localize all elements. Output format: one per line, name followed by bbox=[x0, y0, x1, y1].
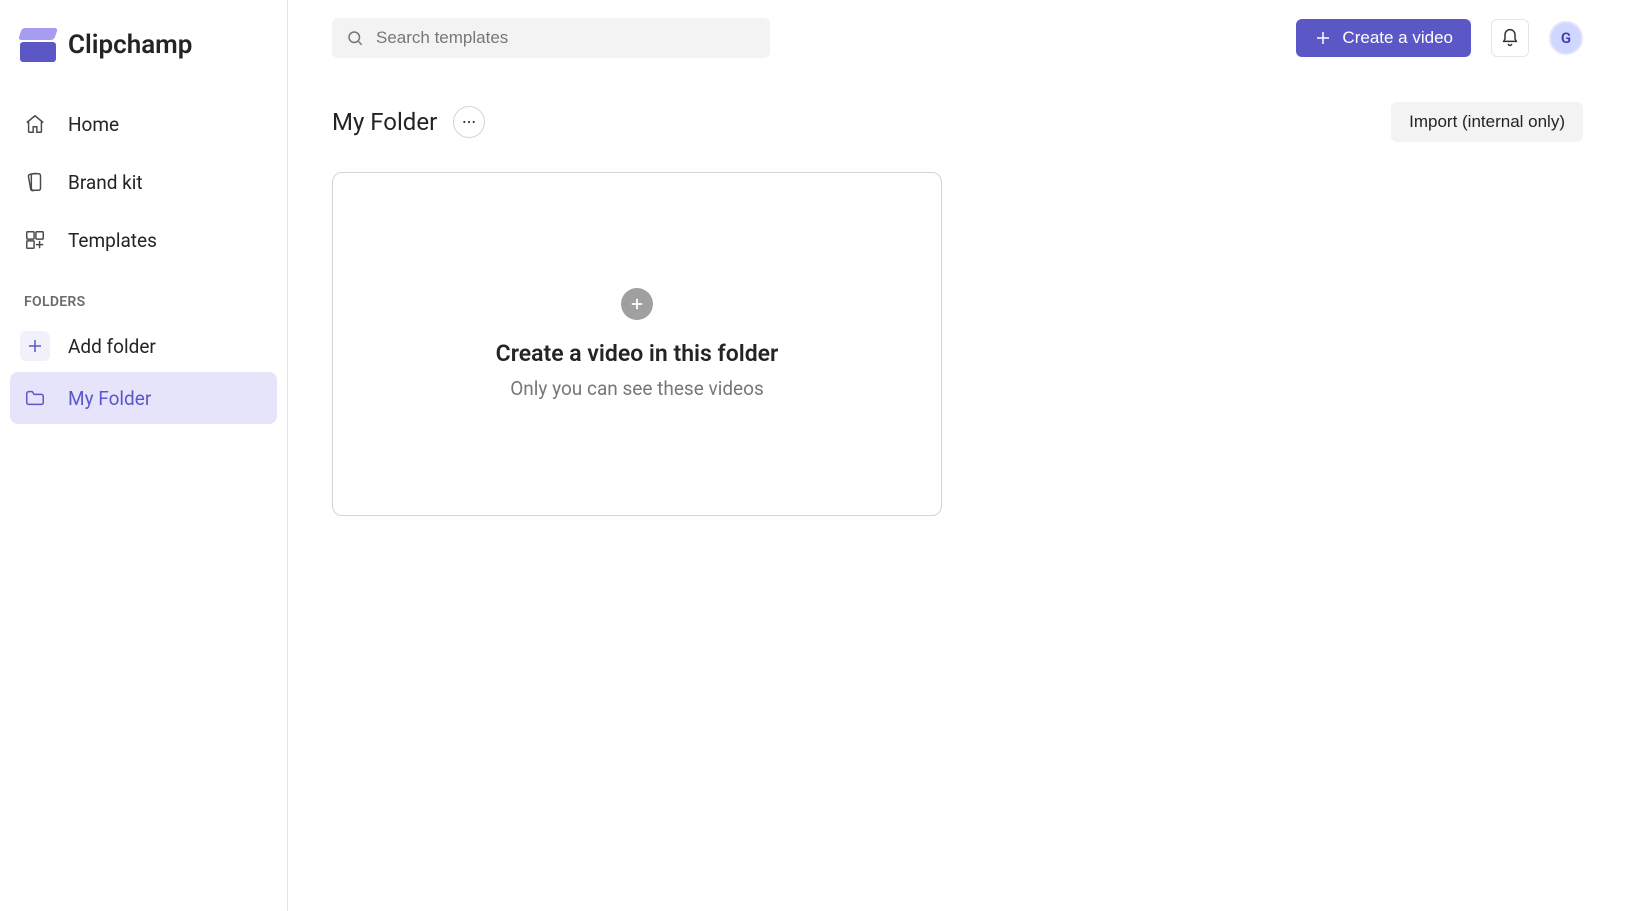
nav-item-home[interactable]: Home bbox=[10, 98, 277, 150]
create-video-label: Create a video bbox=[1342, 28, 1453, 48]
nav-item-label: Brand kit bbox=[68, 171, 143, 194]
folder-item-my-folder[interactable]: My Folder bbox=[10, 372, 277, 424]
folder-icon bbox=[24, 387, 46, 409]
topbar: Create a video G bbox=[288, 0, 1627, 76]
more-horizontal-icon bbox=[461, 114, 477, 130]
nav-item-brand-kit[interactable]: Brand kit bbox=[10, 156, 277, 208]
add-folder-label: Add folder bbox=[68, 335, 156, 358]
folders-heading: FOLDERS bbox=[10, 266, 277, 320]
nav-item-label: Templates bbox=[68, 229, 157, 252]
avatar-initial: G bbox=[1561, 29, 1571, 47]
create-card-title: Create a video in this folder bbox=[496, 340, 779, 367]
home-icon bbox=[24, 113, 46, 135]
page-title: My Folder bbox=[332, 108, 437, 136]
folder-item-label: My Folder bbox=[68, 387, 151, 410]
content: Create a video in this folder Only you c… bbox=[288, 172, 1627, 516]
bell-icon bbox=[1500, 28, 1520, 48]
sidebar: Clipchamp Home Brand kit bbox=[0, 0, 288, 911]
folder-more-button[interactable] bbox=[453, 106, 485, 138]
import-button[interactable]: Import (internal only) bbox=[1391, 102, 1583, 142]
create-card-subtitle: Only you can see these videos bbox=[510, 377, 764, 400]
clipchamp-logo-icon bbox=[20, 28, 56, 62]
avatar[interactable]: G bbox=[1549, 21, 1583, 55]
notifications-button[interactable] bbox=[1491, 19, 1529, 57]
brand-kit-icon bbox=[24, 171, 46, 193]
nav-item-templates[interactable]: Templates bbox=[10, 214, 277, 266]
plus-icon bbox=[1314, 29, 1332, 47]
brand-name: Clipchamp bbox=[68, 30, 192, 60]
create-video-card[interactable]: Create a video in this folder Only you c… bbox=[332, 172, 942, 516]
templates-icon bbox=[24, 229, 46, 251]
add-folder-button[interactable]: Add folder bbox=[10, 320, 277, 372]
logo[interactable]: Clipchamp bbox=[10, 20, 277, 90]
import-button-label: Import (internal only) bbox=[1409, 112, 1565, 131]
primary-nav: Home Brand kit bbox=[10, 98, 277, 266]
plus-circle-icon bbox=[621, 288, 653, 320]
page-header: My Folder Import (internal only) bbox=[288, 76, 1627, 172]
main: Create a video G My Folder bbox=[288, 0, 1627, 911]
search-box[interactable] bbox=[332, 18, 770, 58]
plus-icon bbox=[20, 331, 50, 361]
search-icon bbox=[346, 29, 364, 47]
create-video-button[interactable]: Create a video bbox=[1296, 19, 1471, 57]
search-input[interactable] bbox=[376, 28, 756, 48]
nav-item-label: Home bbox=[68, 113, 119, 136]
